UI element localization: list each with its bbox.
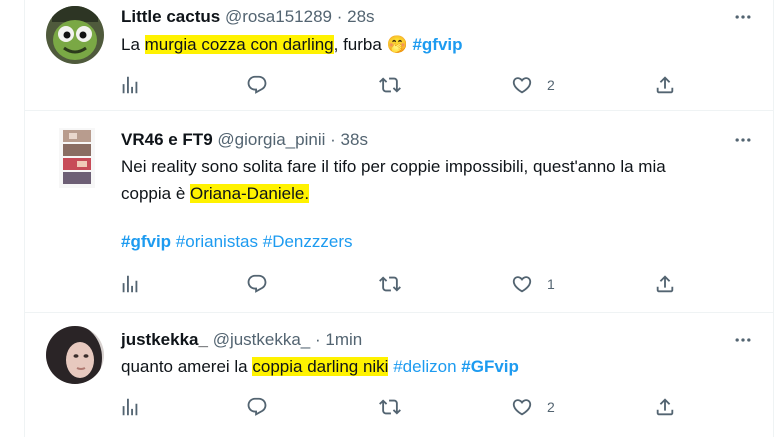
tweet-text: Nei reality sono solita fare il tifo per… <box>121 155 761 254</box>
share-button[interactable] <box>654 72 676 98</box>
more-options-button[interactable] <box>731 328 755 352</box>
user-handle[interactable]: @giorgia_pinii <box>217 130 325 149</box>
tweet[interactable]: Little cactus @rosa151289 · 28s La murgi… <box>25 0 773 111</box>
highlighted-text: murgia cozza con darling <box>144 35 334 54</box>
tweet-header: Little cactus @rosa151289 · 28s <box>121 5 375 29</box>
reply-icon <box>246 273 268 295</box>
more-horizontal-icon <box>733 7 753 27</box>
hashtag-link[interactable]: #delizon <box>393 357 456 376</box>
more-horizontal-icon <box>733 330 753 350</box>
retweet-button[interactable] <box>379 394 401 420</box>
share-button[interactable] <box>654 394 676 420</box>
display-name[interactable]: VR46 e FT9 <box>121 130 213 149</box>
user-handle[interactable]: @justkekka_ <box>213 330 311 349</box>
like-count: 2 <box>547 399 555 415</box>
text-line: coppia è Oriana-Daniele. <box>121 182 761 206</box>
tweet-actions: 1 <box>119 271 679 297</box>
like-count: 1 <box>547 276 555 292</box>
hashtag-link[interactable]: #gfvip <box>121 232 171 251</box>
avatar-image <box>59 128 95 188</box>
retweet-button[interactable] <box>379 271 401 297</box>
reply-button[interactable] <box>246 394 268 420</box>
separator: · <box>336 7 343 26</box>
text-segment: La <box>121 35 145 54</box>
analytics-button[interactable] <box>119 394 141 420</box>
tweet-actions: 2 <box>119 72 679 98</box>
emoji: 🤭 <box>386 35 408 54</box>
display-name[interactable]: Little cactus <box>121 7 220 26</box>
hashtag-link[interactable]: #Denzzzers <box>263 232 353 251</box>
more-horizontal-icon <box>733 130 753 150</box>
avatar[interactable] <box>46 6 104 64</box>
timestamp[interactable]: 1min <box>325 330 362 349</box>
analytics-button[interactable] <box>119 72 141 98</box>
analytics-button[interactable] <box>119 271 141 297</box>
retweet-icon <box>379 273 401 295</box>
avatar-image <box>46 326 104 384</box>
heart-icon <box>511 74 533 96</box>
like-count: 2 <box>547 77 555 93</box>
tweet-header: VR46 e FT9 @giorgia_pinii · 38s <box>121 128 368 152</box>
avatar[interactable] <box>59 128 95 188</box>
text-segment: , furba <box>333 35 387 54</box>
text-segment: coppia è <box>121 184 190 203</box>
hashtag-link[interactable]: #orianistas <box>176 232 258 251</box>
reply-icon <box>246 74 268 96</box>
tweet-actions: 2 <box>119 394 679 420</box>
heart-icon <box>511 273 533 295</box>
avatar-image <box>46 6 104 64</box>
tweet-header: justkekka_ @justkekka_ · 1min <box>121 328 362 352</box>
share-icon <box>654 74 676 96</box>
tweet-text: La murgia cozza con darling, furba 🤭 #gf… <box>121 33 761 57</box>
timestamp[interactable]: 28s <box>347 7 374 26</box>
display-name[interactable]: justkekka_ <box>121 330 208 349</box>
more-options-button[interactable] <box>731 5 755 29</box>
heart-icon <box>511 396 533 418</box>
reply-icon <box>246 396 268 418</box>
tweet[interactable]: VR46 e FT9 @giorgia_pinii · 38s Nei real… <box>25 111 773 313</box>
share-button[interactable] <box>654 271 676 297</box>
highlighted-text: Oriana-Daniele. <box>190 184 310 203</box>
avatar[interactable] <box>46 326 104 384</box>
reply-button[interactable] <box>246 72 268 98</box>
like-button[interactable]: 2 <box>511 394 555 420</box>
hashtag-link[interactable]: #gfvip <box>412 35 462 54</box>
reply-button[interactable] <box>246 271 268 297</box>
like-button[interactable]: 1 <box>511 271 555 297</box>
tweet[interactable]: justkekka_ @justkekka_ · 1min quanto ame… <box>25 313 773 437</box>
text-line: Nei reality sono solita fare il tifo per… <box>121 157 666 176</box>
share-icon <box>654 273 676 295</box>
timeline-feed: Little cactus @rosa151289 · 28s La murgi… <box>24 0 774 437</box>
hashtags-line: #gfvip #orianistas #Denzzzers <box>121 230 761 254</box>
tweet-text: quanto amerei la coppia darling niki #de… <box>121 355 761 379</box>
highlighted-text: coppia darling niki <box>252 357 389 376</box>
retweet-button[interactable] <box>379 72 401 98</box>
more-options-button[interactable] <box>731 128 755 152</box>
analytics-icon <box>119 74 141 96</box>
hashtag-link[interactable]: #GFvip <box>461 357 519 376</box>
user-handle[interactable]: @rosa151289 <box>225 7 332 26</box>
timestamp[interactable]: 38s <box>341 130 368 149</box>
share-icon <box>654 396 676 418</box>
retweet-icon <box>379 396 401 418</box>
separator: · <box>315 330 321 349</box>
analytics-icon <box>119 396 141 418</box>
text-segment: quanto amerei la <box>121 357 253 376</box>
retweet-icon <box>379 74 401 96</box>
like-button[interactable]: 2 <box>511 72 555 98</box>
analytics-icon <box>119 273 141 295</box>
separator: · <box>330 130 336 149</box>
